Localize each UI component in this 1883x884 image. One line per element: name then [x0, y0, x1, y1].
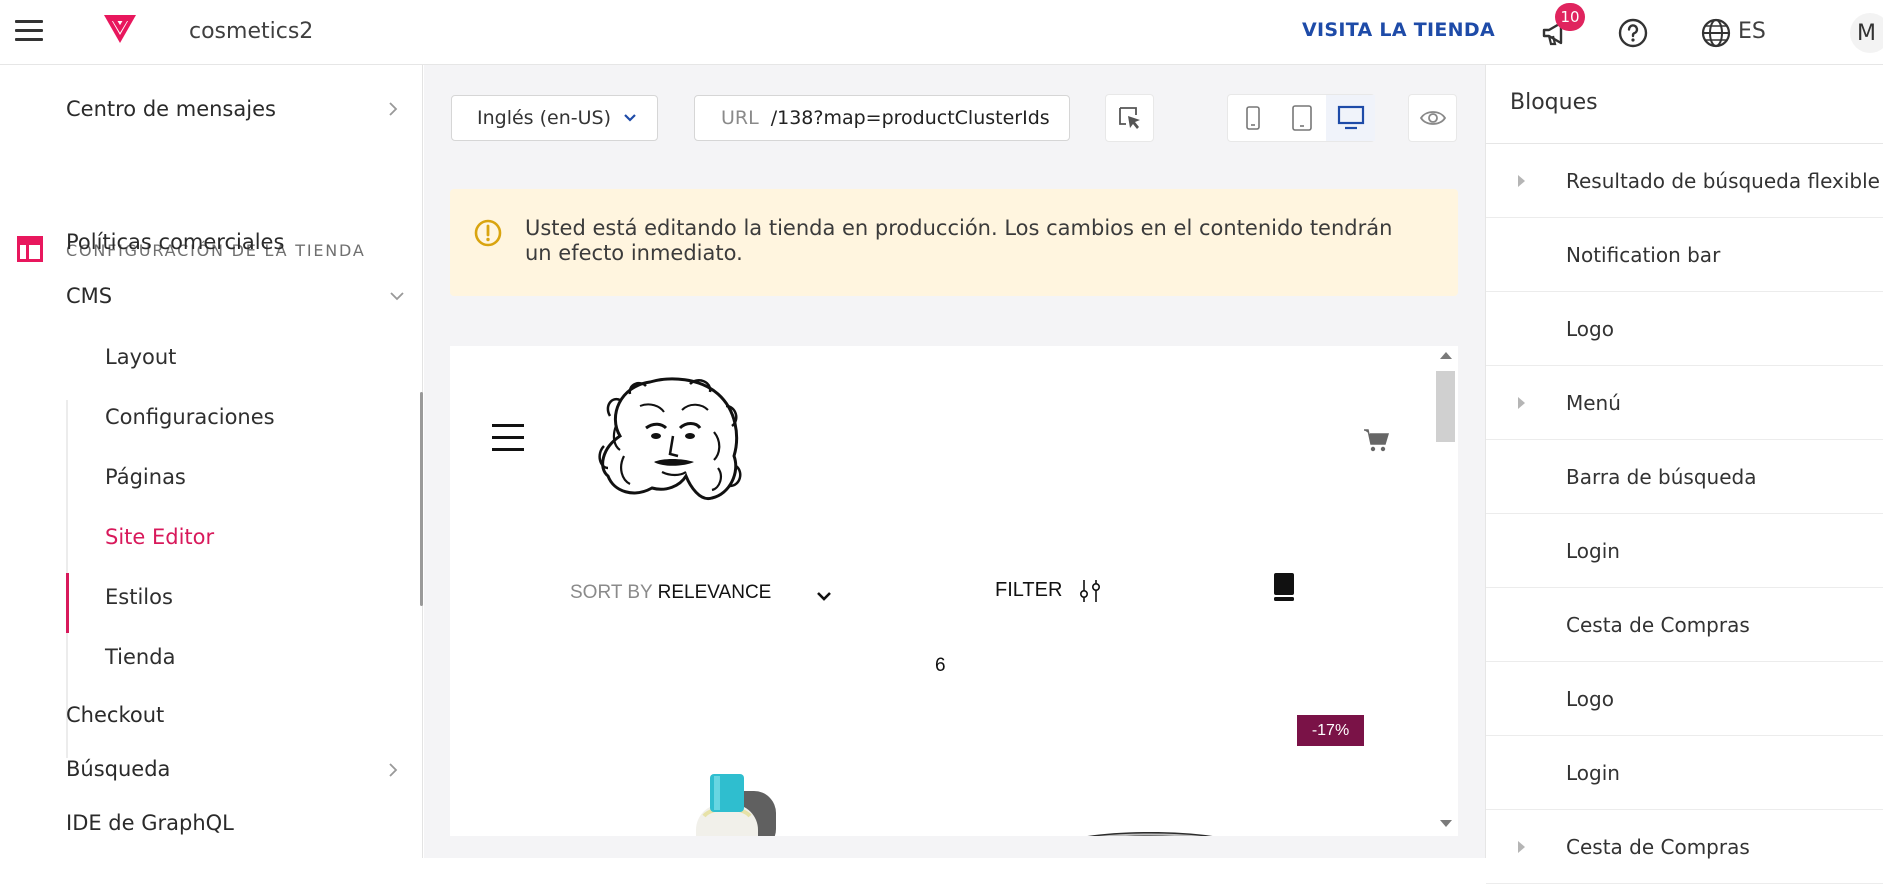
desktop-icon [1337, 105, 1364, 130]
vtex-logo[interactable] [100, 13, 140, 49]
tablet-view-button[interactable] [1277, 95, 1326, 141]
globe-icon[interactable] [1700, 17, 1732, 53]
url-value[interactable]: /138?map=productClusterIds [771, 107, 1050, 129]
preview-menu-icon[interactable] [492, 424, 524, 460]
sidebar-item-configurations[interactable]: Configuraciones [105, 405, 275, 429]
sidebar-item-search[interactable]: Búsqueda [66, 757, 170, 781]
cart-icon[interactable] [1363, 428, 1391, 454]
device-switcher [1227, 94, 1375, 142]
block-item-label: Barra de búsqueda [1566, 465, 1757, 489]
visit-store-link[interactable]: VISITA LA TIENDA [1302, 19, 1495, 41]
block-item[interactable]: Login [1486, 514, 1883, 588]
block-item-label: Cesta de Compras [1566, 613, 1750, 637]
sidebar-item-checkout[interactable]: Checkout [66, 703, 164, 727]
notification-badge: 10 [1555, 3, 1585, 31]
block-item-label: Logo [1566, 687, 1614, 711]
chevron-down-icon[interactable] [816, 590, 832, 602]
warning-icon [474, 219, 502, 247]
sidebar: Centro de mensajes CONFIGURACIÓN DE LA T… [0, 65, 423, 858]
user-avatar[interactable]: M [1850, 13, 1883, 53]
locale-select[interactable]: Inglés (en-US) [451, 95, 658, 141]
sidebar-item-commercial-policies[interactable]: Políticas comerciales [66, 230, 284, 254]
sidebar-item-cms[interactable]: CMS [66, 284, 112, 308]
select-element-button[interactable] [1105, 94, 1154, 142]
store-logo-face[interactable] [590, 376, 750, 506]
preview-button[interactable] [1408, 94, 1457, 142]
sort-label: SORT BY [570, 582, 653, 603]
product-count: 6 [935, 655, 946, 676]
cursor-select-icon [1118, 107, 1140, 129]
active-indicator [66, 573, 69, 633]
product-image-bottle[interactable] [676, 746, 786, 836]
locale-select-value: Inglés (en-US) [477, 107, 611, 129]
block-item-label: Notification bar [1566, 243, 1721, 267]
phone-icon [1245, 106, 1260, 130]
expand-arrow-icon[interactable] [1518, 841, 1525, 853]
block-item[interactable]: Menú [1486, 366, 1883, 440]
sidebar-item-store[interactable]: Tienda [105, 645, 175, 669]
block-item[interactable]: Logo [1486, 292, 1883, 366]
product-image-jar[interactable] [1050, 826, 1250, 836]
expand-arrow-icon[interactable] [1518, 175, 1525, 187]
block-item-label: Cesta de Compras [1566, 835, 1750, 859]
block-item[interactable]: Cesta de Compras [1486, 588, 1883, 662]
preview-scroll-thumb[interactable] [1436, 371, 1455, 442]
block-item[interactable]: Barra de búsqueda [1486, 440, 1883, 514]
tablet-icon [1291, 105, 1312, 131]
block-item[interactable]: Notification bar [1486, 218, 1883, 292]
warning-message: Usted está editando la tienda en producc… [525, 216, 1393, 265]
sidebar-item-styles[interactable]: Estilos [105, 585, 173, 609]
gallery-layout-icon[interactable] [1272, 572, 1296, 604]
chevron-down-icon [390, 292, 404, 301]
eye-icon [1419, 111, 1446, 125]
filter-button[interactable]: FILTER [995, 579, 1062, 602]
desktop-view-button[interactable] [1326, 95, 1375, 141]
sidebar-item-pages[interactable]: Páginas [105, 465, 186, 489]
top-bar: cosmetics2 VISITA LA TIENDA 10 ES M [0, 0, 1883, 65]
discount-badge: -17% [1297, 715, 1364, 746]
block-item-label: Login [1566, 539, 1620, 563]
production-warning: Usted está editando la tienda en producc… [450, 189, 1458, 296]
sort-value: RELEVANCE [657, 582, 772, 603]
block-item[interactable]: Cesta de Compras [1486, 810, 1883, 884]
sidebar-scrollbar[interactable] [420, 392, 423, 606]
scroll-down-arrow[interactable] [1440, 820, 1452, 827]
store-name[interactable]: cosmetics2 [189, 19, 313, 44]
store-preview[interactable]: SORT BY RELEVANCE FILTER 6 -17% [450, 346, 1433, 836]
mobile-view-button[interactable] [1228, 95, 1277, 141]
blocks-title: Bloques [1510, 90, 1598, 115]
store-layout-icon [17, 236, 43, 262]
url-input[interactable]: URL /138?map=productClusterIds [694, 95, 1070, 141]
sidebar-item-layout[interactable]: Layout [105, 345, 176, 369]
block-item[interactable]: Login [1486, 736, 1883, 810]
chevron-right-icon [389, 102, 398, 116]
sidebar-item-message-center[interactable]: Centro de mensajes [66, 97, 276, 121]
scroll-up-arrow[interactable] [1440, 352, 1452, 359]
url-label: URL [721, 107, 759, 129]
block-item[interactable]: Resultado de búsqueda flexible [1486, 144, 1883, 218]
block-item[interactable]: Logo [1486, 662, 1883, 736]
chevron-right-icon [389, 763, 398, 777]
sidebar-item-site-editor[interactable]: Site Editor [105, 525, 214, 549]
block-item-label: Login [1566, 761, 1620, 785]
sidebar-item-graphql-ide[interactable]: IDE de GraphQL [66, 811, 234, 835]
block-item-label: Resultado de búsqueda flexible [1566, 169, 1880, 193]
block-item-label: Logo [1566, 317, 1614, 341]
language-selector[interactable]: ES [1738, 19, 1766, 44]
sort-by-control[interactable]: SORT BY RELEVANCE [570, 582, 771, 604]
filter-sliders-icon[interactable] [1078, 578, 1102, 604]
blocks-panel: Bloques Resultado de búsqueda flexible No… [1485, 65, 1883, 884]
chevron-down-icon [624, 114, 636, 122]
menu-icon[interactable] [15, 20, 43, 42]
block-item-label: Menú [1566, 391, 1621, 415]
expand-arrow-icon[interactable] [1518, 397, 1525, 409]
help-icon[interactable] [1617, 17, 1649, 53]
